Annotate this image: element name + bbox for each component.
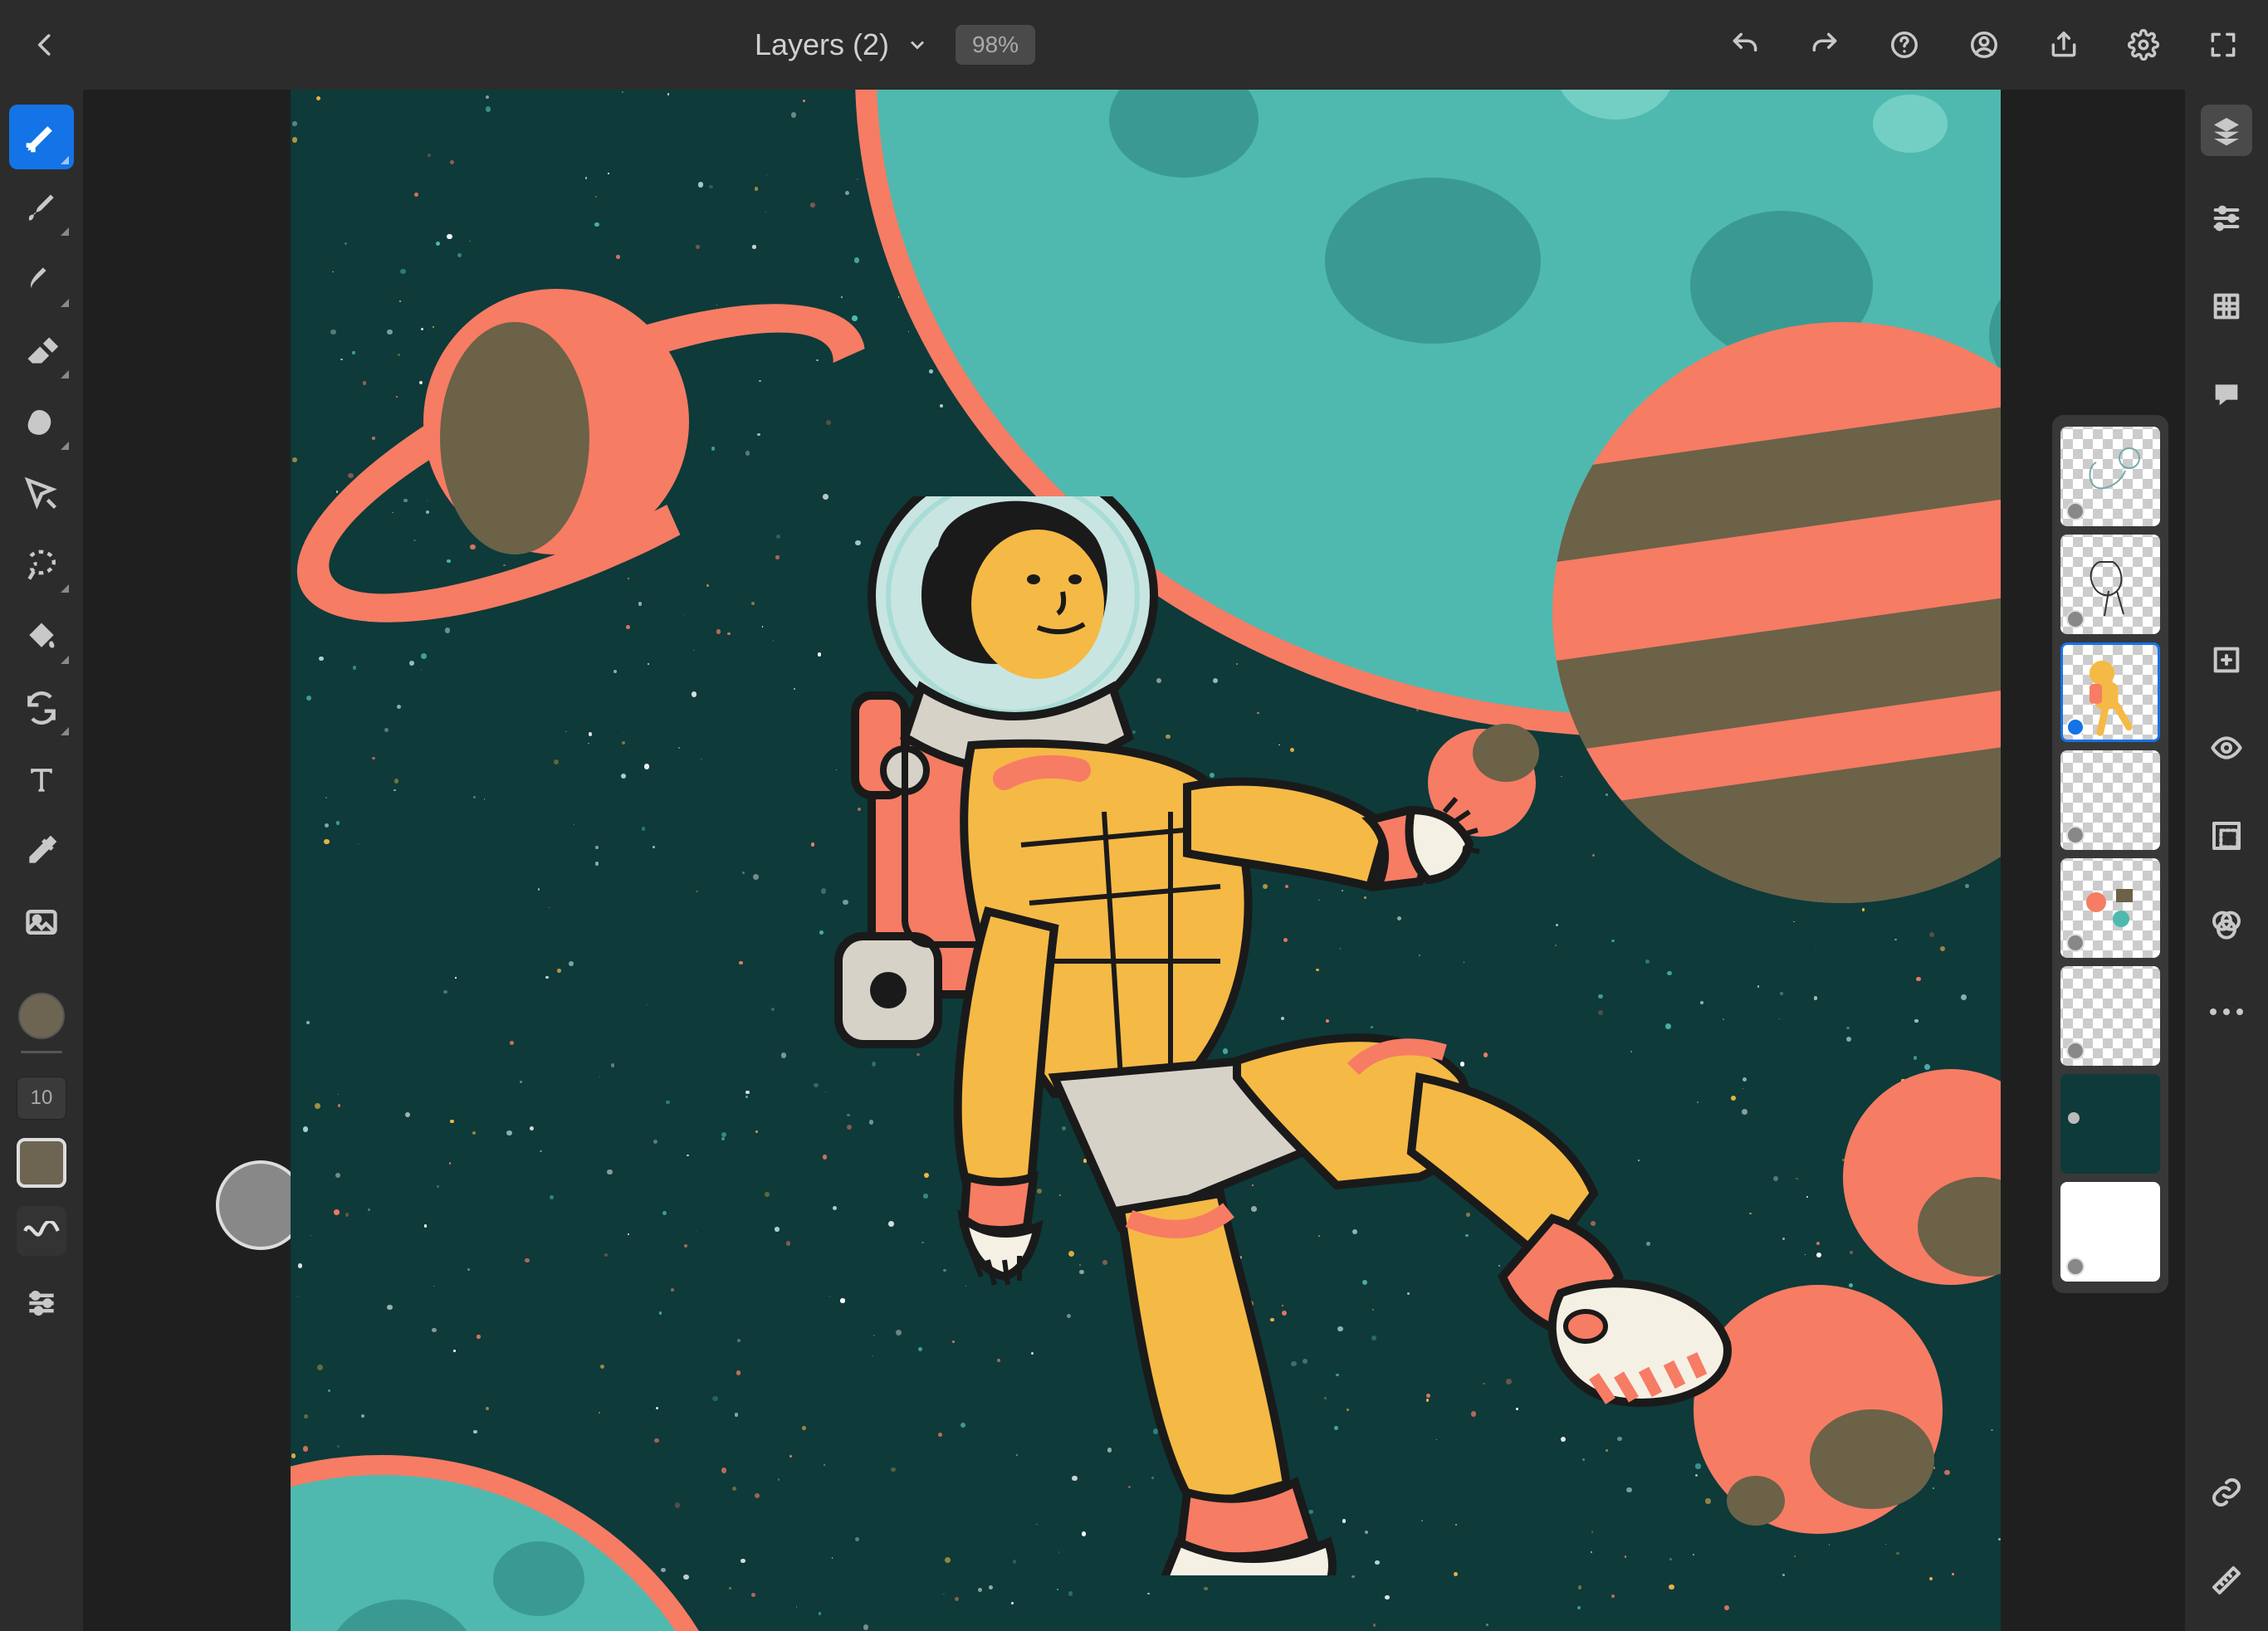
- blend-button[interactable]: [2201, 898, 2252, 950]
- panel-adjustments[interactable]: [2201, 193, 2252, 244]
- layer-thumb-7[interactable]: [2060, 1074, 2160, 1174]
- visibility-button[interactable]: [2201, 722, 2252, 774]
- tool-brush[interactable]: [9, 176, 74, 241]
- tool-blob[interactable]: [9, 390, 74, 455]
- ruler-button[interactable]: [2201, 1555, 2252, 1606]
- tool-lasso[interactable]: [9, 533, 74, 598]
- tool-text[interactable]: [9, 747, 74, 812]
- layer-thumb-3[interactable]: [2060, 642, 2160, 742]
- help-button[interactable]: [1884, 25, 1924, 65]
- panel-grid[interactable]: [2201, 281, 2252, 332]
- tool-fill[interactable]: [9, 604, 74, 669]
- brush-size[interactable]: 10: [17, 1077, 66, 1120]
- panel-comments[interactable]: [2201, 369, 2252, 420]
- back-button[interactable]: [25, 25, 65, 65]
- tool-eraser[interactable]: [9, 319, 74, 383]
- topbar: Layers (2) 98%: [0, 0, 2268, 90]
- tool-smudge[interactable]: [9, 247, 74, 312]
- layer-thumb-1[interactable]: [2060, 427, 2160, 526]
- layer-thumb-2[interactable]: [2060, 535, 2160, 634]
- tool-pixel-brush[interactable]: [9, 105, 74, 169]
- layer-thumb-8[interactable]: [2060, 1182, 2160, 1282]
- layer-thumb-4[interactable]: [2060, 750, 2160, 850]
- layer-thumb-6[interactable]: [2060, 966, 2160, 1066]
- tool-transform[interactable]: [9, 676, 74, 740]
- tool-image[interactable]: [9, 890, 74, 955]
- brush-dynamics[interactable]: [17, 1206, 66, 1256]
- color-swatch[interactable]: [18, 993, 65, 1039]
- fullscreen-button[interactable]: [2203, 25, 2243, 65]
- chevron-down-icon: [906, 33, 929, 56]
- zoom-level[interactable]: 98%: [956, 25, 1035, 65]
- panel-layers[interactable]: [2201, 105, 2252, 156]
- canvas-area: [83, 90, 2185, 1631]
- tool-move[interactable]: [9, 461, 74, 526]
- tether-cord: [291, 90, 540, 214]
- layer-thumb-5[interactable]: [2060, 858, 2160, 958]
- undo-button[interactable]: [1725, 25, 1765, 65]
- layers-panel: [2052, 415, 2168, 1293]
- tool-eyedropper[interactable]: [9, 818, 74, 883]
- link-button[interactable]: [2201, 1467, 2252, 1518]
- artboard[interactable]: [291, 90, 2001, 1631]
- brush-divider: [21, 1051, 62, 1053]
- add-layer-button[interactable]: [2201, 634, 2252, 686]
- profile-button[interactable]: [1964, 25, 2004, 65]
- right-toolbar: [2185, 90, 2268, 1631]
- settings-button[interactable]: [2124, 25, 2163, 65]
- redo-button[interactable]: [1805, 25, 1845, 65]
- astronaut: [755, 496, 1752, 1575]
- mask-button[interactable]: [2201, 810, 2252, 862]
- brush-texture[interactable]: [17, 1138, 66, 1188]
- left-toolbar: 10: [0, 90, 83, 1631]
- share-button[interactable]: [2044, 25, 2084, 65]
- document-title-dropdown[interactable]: Layers (2): [755, 27, 929, 62]
- document-title: Layers (2): [755, 27, 889, 62]
- more-button[interactable]: [2201, 986, 2252, 1038]
- tool-sliders[interactable]: [9, 1271, 74, 1336]
- ringed-planet: [374, 239, 739, 604]
